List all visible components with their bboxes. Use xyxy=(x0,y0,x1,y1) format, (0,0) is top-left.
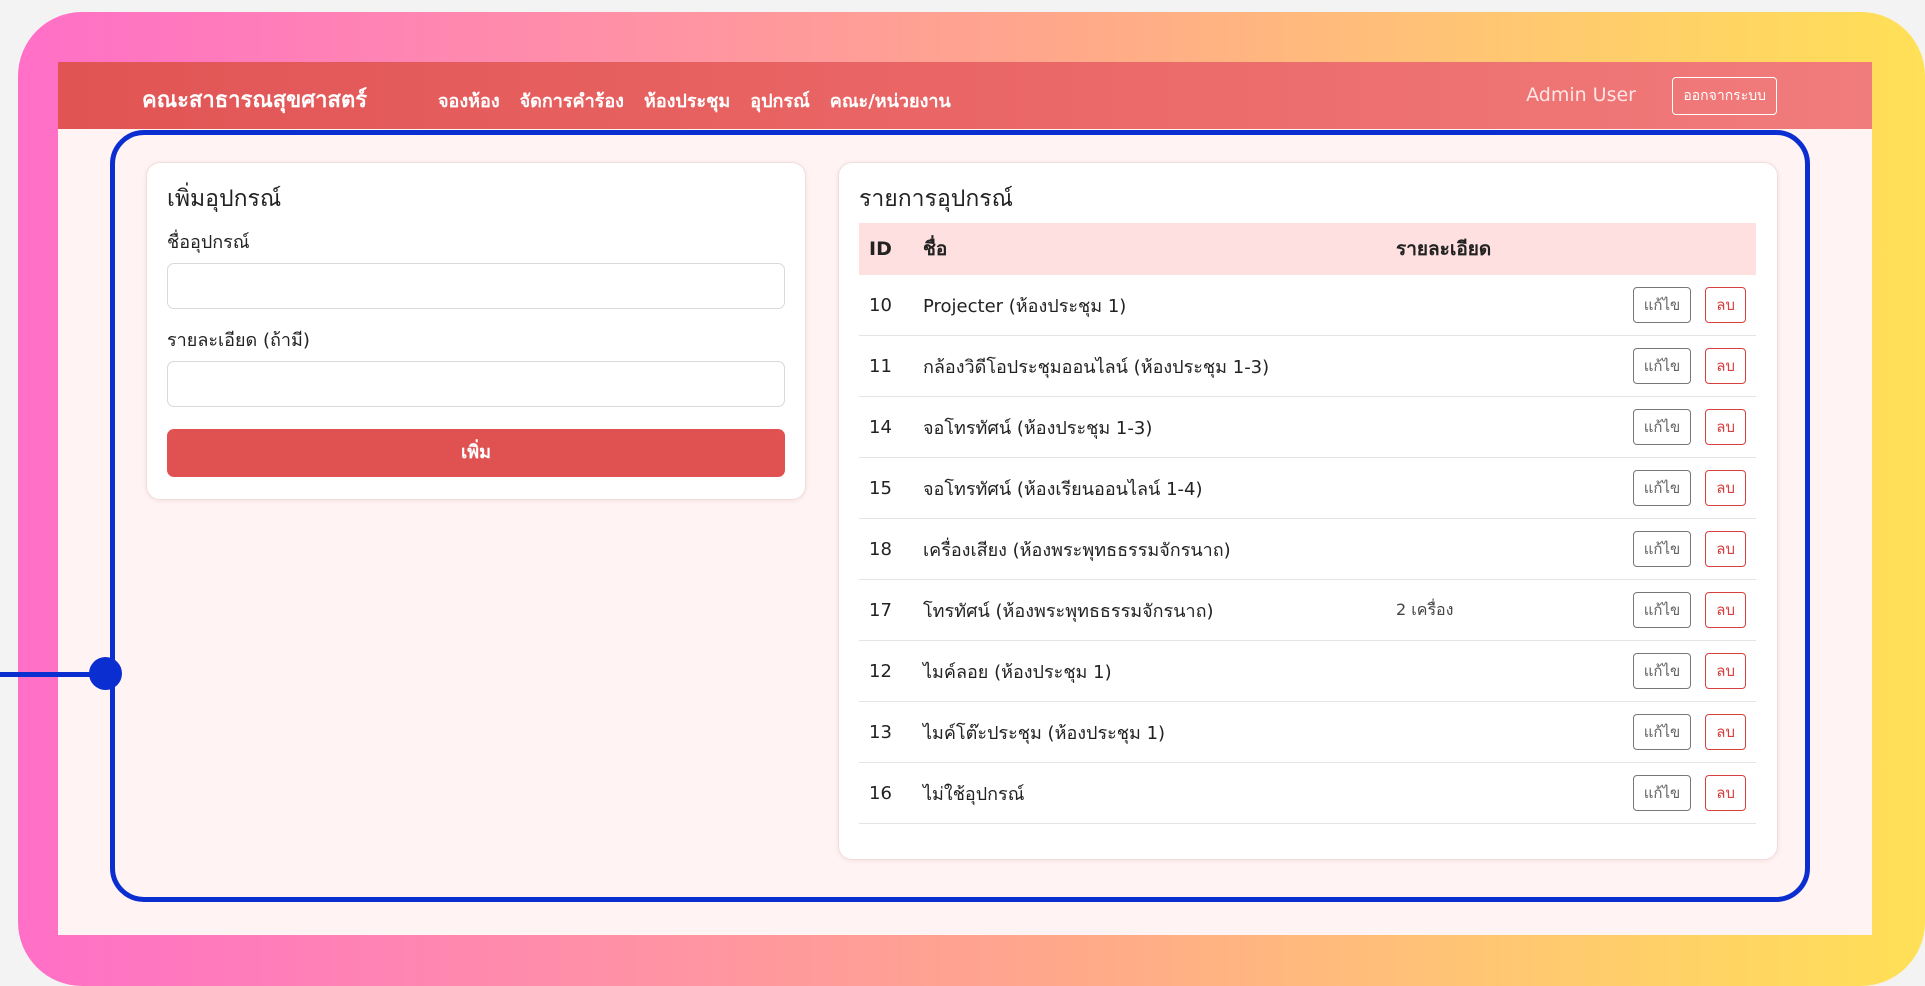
nav-links: จองห้อง จัดการคำร้อง ห้องประชุม อุปกรณ์ … xyxy=(438,86,951,115)
nav-link-equipment[interactable]: อุปกรณ์ xyxy=(750,86,810,115)
logout-button[interactable]: ออกจากระบบ xyxy=(1672,77,1777,115)
user-name: Admin User xyxy=(1526,84,1636,106)
nav-link-booking[interactable]: จองห้อง xyxy=(438,86,500,115)
nav-link-requests[interactable]: จัดการคำร้อง xyxy=(520,86,624,115)
brand-title[interactable]: คณะสาธารณสุขศาสตร์ xyxy=(142,82,367,117)
nav-link-departments[interactable]: คณะ/หน่วยงาน xyxy=(830,86,951,115)
highlight-outline xyxy=(110,130,1810,902)
nav-link-rooms[interactable]: ห้องประชุม xyxy=(644,86,730,115)
navbar: คณะสาธารณสุขศาสตร์ จองห้อง จัดการคำร้อง … xyxy=(58,62,1872,129)
pointer-dot xyxy=(89,657,122,690)
